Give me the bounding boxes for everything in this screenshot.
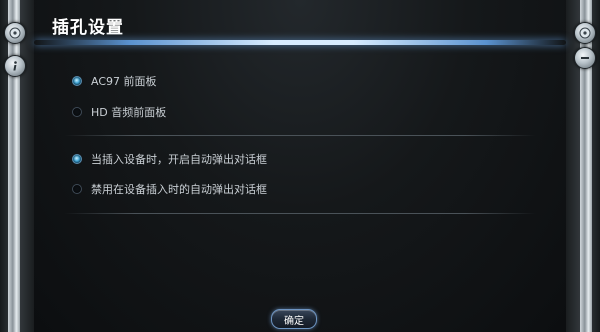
option-enable-auto-popup[interactable]: 当插入设备时，开启自动弹出对话框 [72,151,267,167]
option-ac97-front-panel[interactable]: AC97 前面板 [72,73,157,89]
radio-hd-audio[interactable] [72,107,82,117]
divider [64,135,536,136]
settings-panel: 插孔设置 AC97 前面板 HD 音频前面板 当插入设备时，开启自动弹出对话框 … [34,0,566,332]
cd-icon [579,27,591,39]
option-label: AC97 前面板 [91,75,157,88]
divider [64,213,536,214]
left-rail [8,0,20,332]
option-disable-auto-popup[interactable]: 禁用在设备插入时的自动弹出对话框 [72,181,267,197]
left-frame [0,0,34,332]
radio-ac97[interactable] [72,76,82,86]
option-label: 当插入设备时，开启自动弹出对话框 [91,153,267,166]
option-label: HD 音频前面板 [91,106,167,119]
ok-button[interactable]: 确定 [271,309,317,329]
info-icon [13,61,17,71]
radio-disable-popup[interactable] [72,184,82,194]
option-label: 禁用在设备插入时的自动弹出对话框 [91,183,267,196]
dialog-title: 插孔设置 [52,18,124,38]
side-button-minimize[interactable] [574,47,596,69]
side-button-disc[interactable] [4,22,26,44]
option-hd-audio-front-panel[interactable]: HD 音频前面板 [72,104,166,120]
minus-icon [581,57,589,59]
side-button-disc-right[interactable] [574,22,596,44]
right-frame [566,0,600,332]
side-button-info[interactable] [4,55,26,77]
cd-icon [9,27,21,39]
title-underline-glow [34,40,566,45]
radio-enable-popup[interactable] [72,154,82,164]
